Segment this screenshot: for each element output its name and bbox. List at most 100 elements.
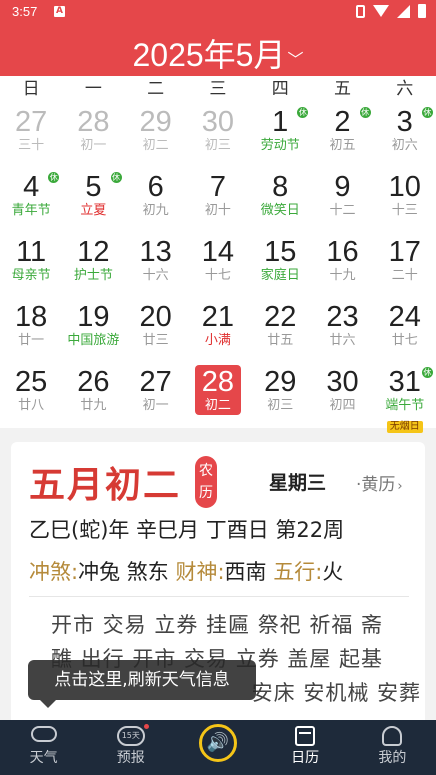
calendar-day[interactable]: 19 中国旅游 xyxy=(62,297,124,362)
day-number: 16 xyxy=(326,236,359,268)
day-number: 27 xyxy=(139,366,172,398)
chong-value: 冲兔 煞东 xyxy=(78,560,169,584)
weekday-label: 四 xyxy=(271,79,289,99)
calendar-day[interactable]: 29 初二 xyxy=(125,102,187,167)
chong-label: 冲煞: xyxy=(29,560,79,584)
yi-line: 开市 交易 立券 挂匾 祭祀 祈福 斋 xyxy=(51,613,384,637)
day-subtitle: 初二 xyxy=(142,138,169,153)
calendar-day[interactable]: 2 初五休 xyxy=(311,102,373,167)
day-number: 25 xyxy=(15,366,48,398)
calendar-day[interactable]: 14 十七 xyxy=(187,232,249,297)
day-subtitle: 端午节 xyxy=(385,398,425,413)
chevron-right-icon: › xyxy=(397,479,403,494)
day-subtitle: 初二 xyxy=(204,398,231,413)
calendar-day[interactable]: 4 青年节休 xyxy=(0,167,62,232)
calendar-day[interactable]: 3 初六休 xyxy=(374,102,436,167)
day-subtitle: 廿八 xyxy=(18,398,45,413)
tab-forecast[interactable]: 15天 预报 xyxy=(87,720,174,775)
day-subtitle: 二十 xyxy=(391,268,418,283)
day-subtitle: 廿一 xyxy=(18,333,45,348)
tab-calendar[interactable]: 日历 xyxy=(262,720,349,775)
day-number: 17 xyxy=(388,236,421,268)
speaker-icon: 🔊 xyxy=(198,724,237,762)
day-subtitle: 初一 xyxy=(142,398,169,413)
person-icon xyxy=(382,726,403,746)
top-bar: 3:57 A 2025年5月 ﹀ xyxy=(0,0,436,76)
calendar-day[interactable]: 20 廿三 xyxy=(125,297,187,362)
day-number: 27 xyxy=(15,106,48,138)
calendar-day[interactable]: 23 廿六 xyxy=(311,297,373,362)
weekday-label: 日 xyxy=(22,79,40,99)
weekday-label: 五 xyxy=(333,79,351,99)
vibrate-icon xyxy=(356,4,365,18)
calendar-day[interactable]: 22 廿五 xyxy=(249,297,311,362)
day-number: 28 xyxy=(77,106,110,138)
tab-audio[interactable]: 🔊 xyxy=(174,720,261,775)
day-subtitle: 三十 xyxy=(18,138,45,153)
calendar-day[interactable]: 28 初一 xyxy=(62,102,124,167)
day-subtitle: 母亲节 xyxy=(11,268,51,283)
day-subtitle: 十三 xyxy=(391,203,418,218)
day-number: 9 xyxy=(334,171,351,203)
calendar-day[interactable]: 31 端午节休无烟日 xyxy=(374,362,436,433)
day-subtitle: 廿七 xyxy=(391,333,418,348)
calendar-day-selected[interactable]: 28 初二 xyxy=(187,362,249,427)
day-subtitle: 中国旅游 xyxy=(67,333,120,348)
calendar-day[interactable]: 13 十六 xyxy=(125,232,187,297)
tab-mine[interactable]: 我的 xyxy=(349,720,436,775)
calendar-day[interactable]: 1 劳动节休 xyxy=(249,102,311,167)
calendar-day[interactable]: 8 微笑日 xyxy=(249,167,311,232)
calendar-day[interactable]: 5 立夏休 xyxy=(62,167,124,232)
caishen-label: 财神: xyxy=(175,560,225,584)
weekday-label: 一 xyxy=(84,79,102,99)
huangli-link[interactable]: ·黄历 › xyxy=(356,470,403,495)
calendar-day[interactable]: 30 初三 xyxy=(187,102,249,167)
calendar-day[interactable]: 26 廿九 xyxy=(62,362,124,427)
notification-dot xyxy=(144,724,150,729)
calendar-day[interactable]: 16 十九 xyxy=(311,232,373,297)
day-number: 10 xyxy=(388,171,421,203)
weekday-label: 星期三 xyxy=(269,472,327,494)
day-subtitle: 廿六 xyxy=(329,333,356,348)
refresh-weather-tooltip[interactable]: 点击这里,刷新天气信息 xyxy=(28,660,256,708)
calendar-day[interactable]: 10 十三 xyxy=(374,167,436,232)
calendar-day[interactable]: 7 初十 xyxy=(187,167,249,232)
calendar-day[interactable]: 11 母亲节 xyxy=(0,232,62,297)
tab-weather[interactable]: 天气 xyxy=(0,720,87,775)
holiday-rest-badge: 休 xyxy=(421,107,433,118)
calendar-day[interactable]: 21 小满 xyxy=(187,297,249,362)
calendar-day[interactable]: 17 二十 xyxy=(374,232,436,297)
calendar-day[interactable]: 27 三十 xyxy=(0,102,62,167)
day-number: 18 xyxy=(15,301,48,333)
day-subtitle: 十二 xyxy=(329,203,356,218)
month-selector[interactable]: 2025年5月 ﹀ xyxy=(0,30,436,76)
day-number: 30 xyxy=(326,366,359,398)
day-number: 12 xyxy=(77,236,110,268)
day-subtitle: 初十 xyxy=(204,203,231,218)
weekday-label: 二 xyxy=(147,79,165,99)
day-subtitle: 十六 xyxy=(142,268,169,283)
calendar-day[interactable]: 12 护士节 xyxy=(62,232,124,297)
day-number: 6 xyxy=(147,171,164,203)
lunar-badge: 农历 xyxy=(195,456,217,508)
calendar-icon xyxy=(295,726,316,746)
day-number: 29 xyxy=(264,366,297,398)
calendar-day[interactable]: 27 初一 xyxy=(125,362,187,427)
calendar-day[interactable]: 6 初九 xyxy=(125,167,187,232)
day-number: 7 xyxy=(209,171,226,203)
calendar-day[interactable]: 15 家庭日 xyxy=(249,232,311,297)
day-number: 22 xyxy=(264,301,297,333)
calendar-day[interactable]: 25 廿八 xyxy=(0,362,62,427)
day-number: 26 xyxy=(77,366,110,398)
calendar-day[interactable]: 29 初三 xyxy=(249,362,311,427)
weekday-label: 三 xyxy=(209,79,227,99)
calendar-day[interactable]: 30 初四 xyxy=(311,362,373,427)
day-number: 15 xyxy=(264,236,297,268)
calendar-day[interactable]: 9 十二 xyxy=(311,167,373,232)
calendar: 日一二三四五六 27 三十 28 初一 29 初二 30 初三 1 劳动节休 2 初五休 3 初六休 4 青年… xyxy=(0,76,436,433)
forecast-15day-icon: 15天 xyxy=(116,726,145,746)
wifi-icon xyxy=(373,5,389,17)
caishen-value: 西南 xyxy=(224,560,267,584)
calendar-day[interactable]: 24 廿七 xyxy=(374,297,436,362)
calendar-day[interactable]: 18 廿一 xyxy=(0,297,62,362)
